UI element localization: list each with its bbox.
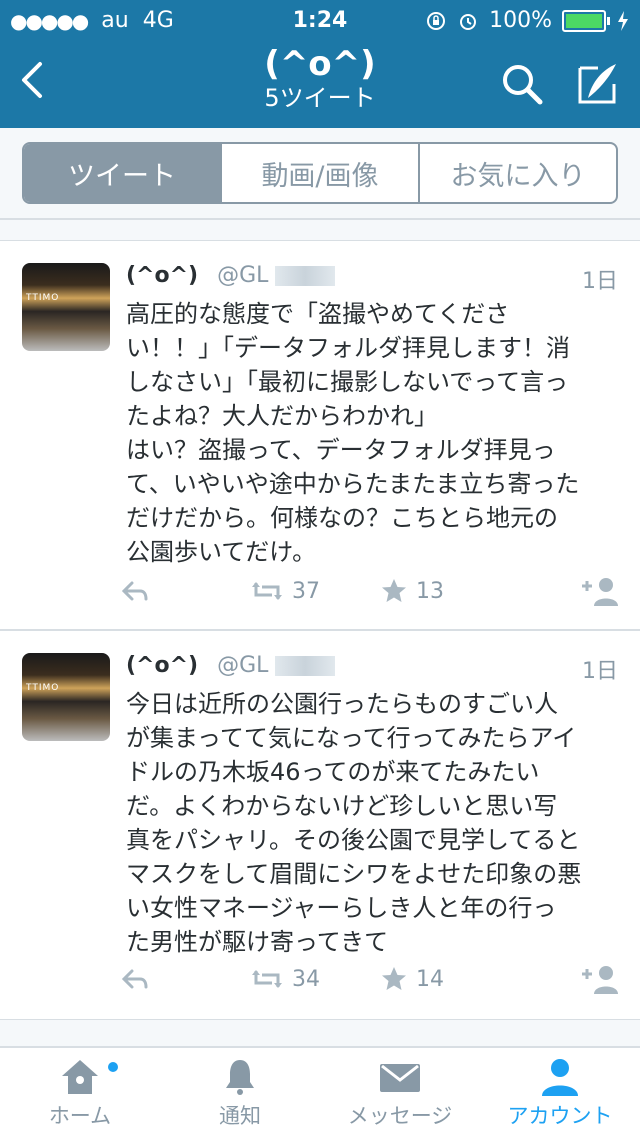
tab-messages-label: メッセージ (347, 1104, 453, 1128)
reply-icon (121, 581, 148, 601)
tweet-header: (^o^) @GL 1日 (126, 263, 618, 294)
tab-account[interactable]: アカウント (480, 1048, 640, 1138)
bell-icon (226, 1060, 254, 1095)
charging-icon (618, 10, 628, 31)
tweet-card[interactable]: TTIMO (^o^) @GL 1日 今日は近所の公園行ったらものすごい人 が集… (0, 630, 640, 1020)
favorite-button[interactable]: 14 (380, 965, 576, 993)
tweet-actions: 34 14 (120, 959, 620, 999)
bottom-tab-bar: ホーム 通知 メッセージ アカウント (0, 1046, 640, 1138)
favorite-count: 14 (416, 966, 444, 992)
retweet-count: 34 (292, 966, 320, 992)
search-icon[interactable] (496, 58, 548, 110)
tweet-author-name[interactable]: (^o^) (126, 263, 198, 288)
tab-tweets[interactable]: ツイート (24, 144, 220, 202)
retweet-button[interactable]: 34 (250, 967, 380, 992)
person-icon (542, 1059, 578, 1096)
tweet-text: 高圧的な態度で「盗撮やめてくださ い！！」「データフォルダ拝見します！消 しなさ… (126, 300, 580, 566)
status-bar: ●●●●● au 4G 1:24 100% (0, 0, 640, 40)
avatar[interactable]: TTIMO (22, 653, 110, 741)
tab-media[interactable]: 動画/画像 (220, 144, 418, 202)
orientation-lock-icon (427, 11, 446, 30)
tweet-card[interactable]: TTIMO (^o^) @GL 1日 高圧的な態度で「盗撮やめてくださ い！！」… (0, 240, 640, 630)
tweet-header: (^o^) @GL 1日 (126, 653, 618, 684)
divider (0, 218, 640, 220)
alarm-icon (460, 13, 477, 30)
favorite-count: 13 (416, 578, 444, 604)
star-icon (382, 967, 406, 990)
tweet-time: 1日 (582, 269, 618, 294)
add-user-icon (582, 578, 618, 606)
avatar[interactable]: TTIMO (22, 263, 110, 351)
reply-button[interactable] (120, 579, 250, 603)
tweet-time: 1日 (582, 659, 618, 684)
retweet-button[interactable]: 37 (250, 579, 380, 604)
retweet-count: 37 (292, 578, 320, 604)
battery-percent: 100% (489, 8, 552, 33)
tab-notifications-label: 通知 (219, 1104, 261, 1128)
tab-home[interactable]: ホーム (0, 1048, 160, 1138)
blurred-handle (275, 656, 336, 676)
retweet-icon (252, 582, 282, 600)
add-user-icon (582, 966, 618, 994)
top-bar: ●●●●● au 4G 1:24 100% (^o^) 5ツイート (0, 0, 640, 128)
tweet-author-handle[interactable]: @GL (217, 653, 268, 678)
envelope-icon (380, 1064, 420, 1092)
tab-messages[interactable]: メッセージ (320, 1048, 480, 1138)
home-icon (62, 1060, 98, 1094)
favorite-button[interactable]: 13 (380, 577, 576, 605)
battery-icon (562, 9, 610, 32)
reply-icon (121, 969, 148, 989)
tweet-feed: TTIMO (^o^) @GL 1日 高圧的な態度で「盗撮やめてくださ い！！」… (0, 240, 640, 1020)
tab-notifications[interactable]: 通知 (160, 1048, 320, 1138)
new-content-dot (108, 1062, 118, 1072)
retweet-icon (252, 970, 282, 988)
profile-tabs: ツイート 動画/画像 お気に入り (22, 142, 618, 204)
reply-button[interactable] (120, 967, 250, 991)
tab-favorites[interactable]: お気に入り (418, 144, 616, 202)
follow-button[interactable] (576, 576, 620, 606)
follow-button[interactable] (576, 964, 620, 994)
tab-home-label: ホーム (48, 1104, 112, 1128)
tweet-actions: 37 13 (120, 571, 620, 611)
tweet-author-handle[interactable]: @GL (217, 263, 268, 288)
blurred-handle (275, 266, 336, 286)
compose-tweet-icon[interactable] (572, 58, 624, 110)
tweet-author-name[interactable]: (^o^) (126, 653, 198, 678)
tab-account-label: アカウント (507, 1104, 613, 1128)
star-icon (382, 579, 406, 602)
tweet-text: 今日は近所の公園行ったらものすごい人 が集まってて気になって行ってみたらアイ ド… (126, 690, 582, 956)
